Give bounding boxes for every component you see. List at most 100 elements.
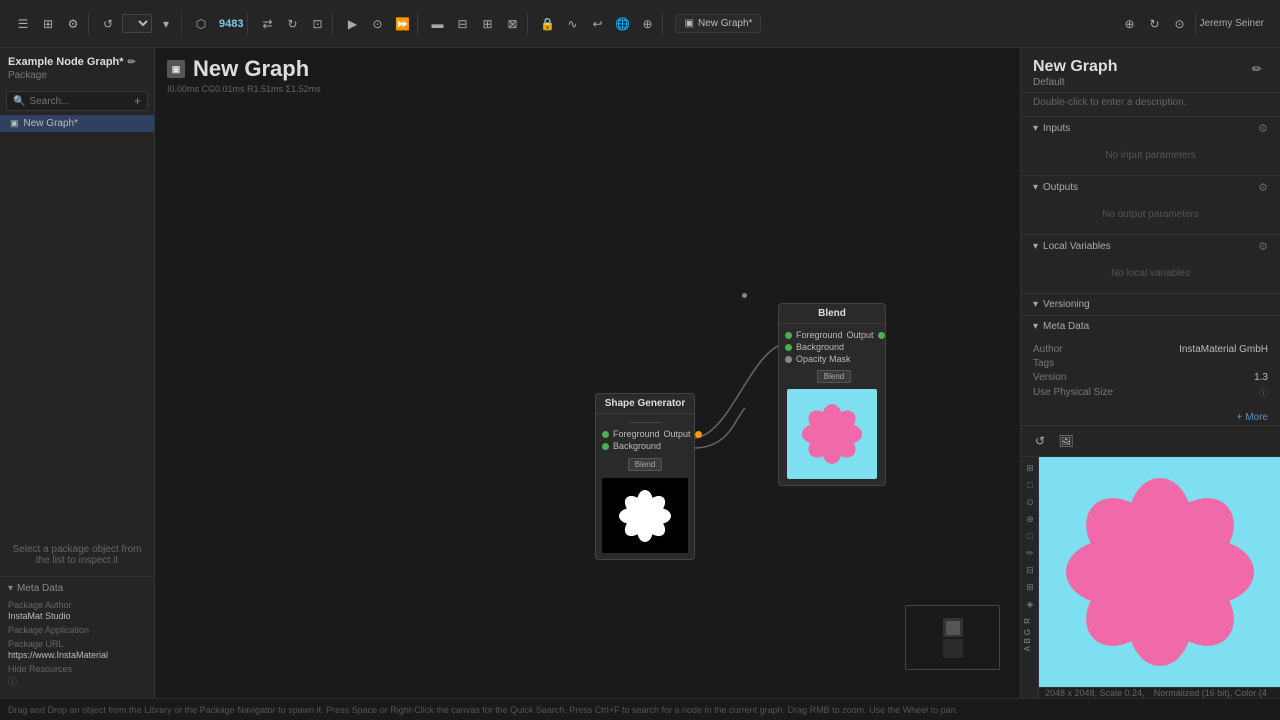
snap-1[interactable]: ∿: [561, 13, 583, 35]
meta-data-key-3: Use Physical Size: [1033, 387, 1113, 398]
more-link[interactable]: + More: [1021, 410, 1280, 425]
tree-item-new-graph[interactable]: ▣ New Graph*: [0, 115, 154, 132]
local-vars-section-header[interactable]: ▾ Local Variables ⚙: [1021, 234, 1280, 258]
preview-flower-svg: [1045, 462, 1275, 682]
tool-1[interactable]: ⇄: [256, 13, 278, 35]
versioning-chevron: ▾: [1033, 299, 1038, 310]
local-vars-label: Local Variables: [1043, 241, 1111, 252]
zoom-btn[interactable]: ⊙: [1169, 13, 1191, 35]
shape-gen-foreground-port[interactable]: [602, 431, 609, 438]
lock-btn[interactable]: 🔒: [536, 13, 558, 35]
preview-icon-6[interactable]: ⊟: [1023, 563, 1037, 577]
new-file-btn[interactable]: ☰: [12, 13, 34, 35]
snap-2[interactable]: ↩: [586, 13, 608, 35]
main-body: Example Node Graph* ✏ Package 🔍 + ▣ New …: [0, 48, 1280, 698]
inputs-empty: No input parameters: [1033, 144, 1268, 167]
meta-section: ▾ Meta Data Package Author InstaMat Stud…: [0, 576, 154, 698]
local-vars-chevron: ▾: [1033, 241, 1038, 252]
panel-spacer: [0, 132, 154, 534]
meta-key-3: Hide Resources: [8, 664, 146, 674]
tool-3[interactable]: ⊡: [306, 13, 328, 35]
share-btn[interactable]: ⊕: [1119, 13, 1141, 35]
tree-item-icon: ▣: [10, 118, 19, 129]
open-btn[interactable]: ⊞: [37, 13, 59, 35]
meta-section-label: Meta Data: [17, 583, 63, 594]
shape-gen-background-port[interactable]: [602, 443, 609, 450]
shape-generator-node[interactable]: Shape Generator ———— Foreground Output: [595, 393, 695, 560]
inputs-section-header[interactable]: ▾ Inputs ⚙: [1021, 116, 1280, 140]
blend-output-port[interactable]: [878, 332, 885, 339]
outputs-label: Outputs: [1043, 182, 1078, 193]
layout-1[interactable]: ▬: [426, 13, 448, 35]
preview-side-icons: ⊞ □ ⊙ ⊕ □ ✏ ⊟ ⊞ ◈ R G B: [1021, 457, 1039, 698]
local-vars-settings-icon[interactable]: ⚙: [1258, 240, 1268, 253]
right-panel-edit-btn[interactable]: ✏: [1246, 58, 1268, 80]
preview-icon-8[interactable]: ◈: [1023, 597, 1037, 611]
physical-size-info-icon: ⓘ: [1259, 386, 1268, 399]
project-title-text: Example Node Graph*: [8, 56, 124, 68]
meta-key-2: Package URL: [8, 639, 146, 649]
edit-icon[interactable]: ✏: [128, 57, 136, 68]
stop-btn[interactable]: ⊙: [366, 13, 388, 35]
preview-icon-0[interactable]: ⊞: [1023, 461, 1037, 475]
blend-btn[interactable]: Blend: [817, 370, 851, 383]
meta-data-section-header[interactable]: ▾ Meta Data: [1021, 315, 1280, 337]
preview-reset-btn[interactable]: ↺: [1029, 430, 1051, 452]
blend-port-row-3: Opacity Mask: [785, 354, 879, 364]
play-btn[interactable]: ▶: [341, 13, 363, 35]
blend-body: Foreground Output Background Opacity Mas…: [779, 324, 885, 485]
layout-3[interactable]: ⊞: [476, 13, 498, 35]
a-label: A: [1023, 646, 1032, 651]
preview-icon-2[interactable]: ⊙: [1023, 495, 1037, 509]
undo-dropdown[interactable]: 2048 × 2048 1tx px: [122, 14, 152, 33]
tool-2[interactable]: ↻: [281, 13, 303, 35]
preview-icon-3[interactable]: ⊕: [1023, 512, 1037, 526]
redo-btn[interactable]: ▾: [155, 13, 177, 35]
refresh-btn[interactable]: ↻: [1144, 13, 1166, 35]
inputs-settings-icon[interactable]: ⚙: [1258, 122, 1268, 135]
shape-gen-blend-btn[interactable]: Blend: [628, 458, 662, 471]
meta-data-label: Meta Data: [1043, 321, 1089, 332]
settings-btn[interactable]: ⚙: [62, 13, 84, 35]
hide-resources-icon: ⓘ: [8, 675, 17, 688]
canvas[interactable]: ▣ New Graph I0.00ms CG0.01ms R1.51ms Σ1.…: [155, 48, 1020, 698]
project-subtitle: Package: [0, 70, 154, 87]
blend-opacity-port[interactable]: [785, 356, 792, 363]
local-vars-empty: No local variables: [1033, 262, 1268, 285]
snap-3[interactable]: ⊕: [636, 13, 658, 35]
shape-gen-output-port[interactable]: [695, 431, 702, 438]
top-toolbar: ☰ ⊞ ⚙ ↺ 2048 × 2048 1tx px ▾ ⬡ 9483 ⇄ ↻ …: [0, 0, 1280, 48]
new-graph-tab[interactable]: ▣ New Graph*: [675, 14, 761, 33]
blend-port-row-2: Background: [785, 342, 879, 352]
preview-image-btn[interactable]: 🖼: [1055, 430, 1077, 452]
world-btn[interactable]: 🌐: [611, 13, 633, 35]
forward-btn[interactable]: ⏩: [391, 13, 413, 35]
outputs-settings-icon[interactable]: ⚙: [1258, 181, 1268, 194]
layout-2[interactable]: ⊟: [451, 13, 473, 35]
blend-output-label: Output: [847, 330, 874, 340]
blend-background-port[interactable]: [785, 344, 792, 351]
preview-icon-7[interactable]: ⊞: [1023, 580, 1037, 594]
tab-icon: ▣: [684, 18, 693, 29]
search-input[interactable]: [29, 96, 130, 107]
blend-foreground-port[interactable]: [785, 332, 792, 339]
add-icon[interactable]: +: [134, 94, 141, 108]
tab-label: New Graph*: [698, 18, 752, 29]
outputs-content: No output parameters: [1021, 199, 1280, 234]
graph-icon-btn[interactable]: ⬡: [190, 13, 212, 35]
meta-data-key-1: Tags: [1033, 358, 1054, 369]
preview-icon-1[interactable]: □: [1023, 478, 1037, 492]
outputs-section-header[interactable]: ▾ Outputs ⚙: [1021, 175, 1280, 199]
snap-group: 🔒 ∿ ↩ 🌐 ⊕: [532, 13, 663, 35]
versioning-section-header[interactable]: ▾ Versioning: [1021, 293, 1280, 315]
tab-area: ▣ New Graph*: [667, 14, 1110, 33]
undo-btn[interactable]: ↺: [97, 13, 119, 35]
preview-icon-4[interactable]: □: [1023, 529, 1037, 543]
blend-node[interactable]: Blend Foreground Output Background: [778, 303, 886, 486]
meta-data-row-2: Version 1.3: [1033, 372, 1268, 383]
shape-gen-foreground-label: Foreground: [613, 429, 660, 439]
layout-4[interactable]: ⊠: [501, 13, 523, 35]
meta-chevron[interactable]: ▾: [8, 583, 13, 594]
preview-icon-5[interactable]: ✏: [1023, 546, 1037, 560]
right-panel-header: New Graph Default ✏: [1021, 48, 1280, 93]
